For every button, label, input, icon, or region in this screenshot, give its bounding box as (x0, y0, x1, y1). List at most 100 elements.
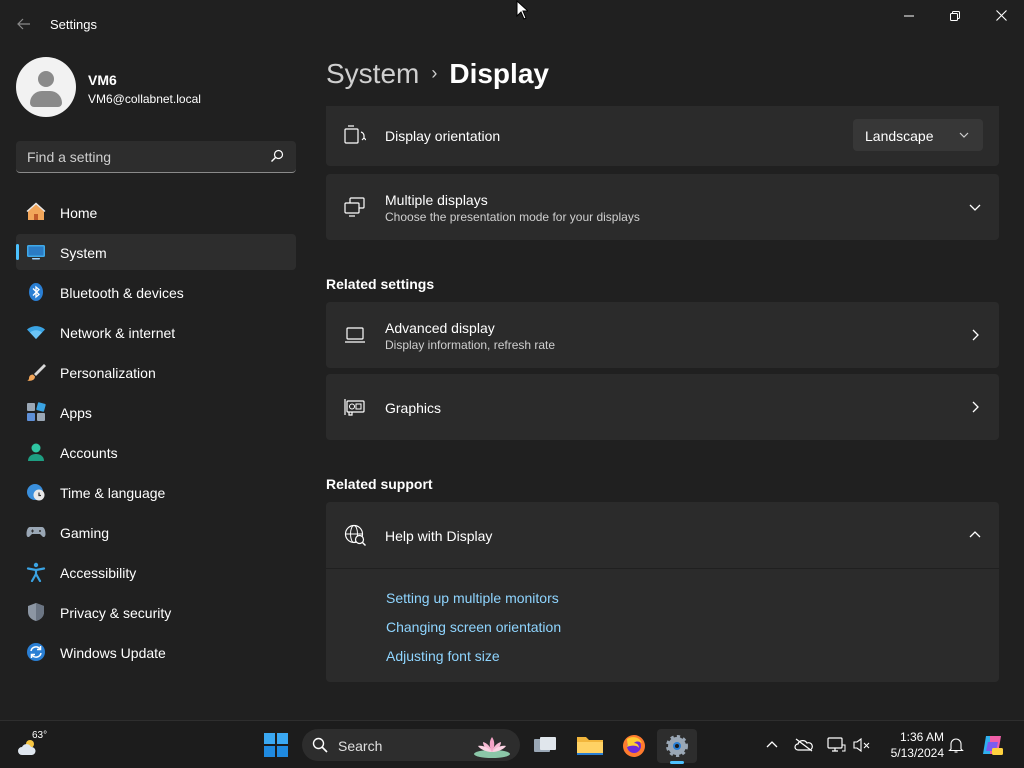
sidebar-item-windows-update[interactable]: Windows Update (16, 634, 296, 670)
page-title: Display (449, 58, 549, 89)
sidebar-item-time-language[interactable]: Time & language (16, 474, 296, 510)
orientation-icon (344, 125, 366, 144)
sidebar-item-apps[interactable]: Apps (16, 394, 296, 430)
breadcrumb-parent[interactable]: System (326, 58, 419, 89)
breadcrumb-separator: › (431, 63, 438, 83)
related-support-heading: Related support (326, 476, 433, 492)
settings-gear-icon (666, 735, 688, 757)
related-settings-heading: Related settings (326, 276, 435, 292)
firefox-icon (623, 735, 645, 757)
lotus-icon (474, 737, 510, 758)
help-link-multiple-monitors[interactable]: Setting up multiple monitors (386, 590, 559, 606)
taskbar-search-label: Search (338, 738, 383, 754)
taskbar-search[interactable]: Search (302, 729, 520, 761)
search-input[interactable]: Find a setting (16, 141, 296, 173)
close-button[interactable] (978, 4, 1024, 28)
sidebar-item-privacy[interactable]: Privacy & security (16, 594, 296, 630)
avatar (16, 57, 76, 117)
weather-widget[interactable]: 63° (18, 729, 52, 759)
cloud-offline-icon (794, 738, 813, 752)
chevron-right-icon (972, 329, 979, 341)
chevron-right-icon (972, 401, 979, 413)
chevron-down-icon (969, 204, 981, 211)
file-explorer-button[interactable] (570, 729, 610, 763)
multiple-displays-title: Multiple displays (385, 192, 488, 208)
chevron-up-icon (766, 741, 778, 748)
sidebar-item-label: Gaming (60, 525, 110, 541)
clock-time: 1:36 AM (899, 730, 944, 744)
display-orientation-title: Display orientation (385, 128, 501, 144)
sidebar-item-personalization[interactable]: Personalization (16, 354, 296, 390)
sidebar-item-label: Bluetooth & devices (60, 285, 184, 301)
task-view-icon (534, 737, 556, 752)
help-link-font-size[interactable]: Adjusting font size (386, 648, 500, 664)
sidebar-item-system[interactable]: System (16, 234, 296, 270)
wifi-icon (27, 326, 45, 339)
help-links-panel: Setting up multiple monitors Changing sc… (326, 569, 999, 682)
apps-icon (27, 402, 46, 421)
advanced-display-title: Advanced display (385, 320, 495, 336)
onedrive-tray-button[interactable] (794, 735, 814, 755)
windows-start-icon[interactable] (264, 733, 288, 757)
multiple-displays-icon (344, 197, 365, 217)
sidebar-item-accounts[interactable]: Accounts (16, 434, 296, 470)
sidebar-item-label: Privacy & security (60, 605, 172, 621)
sidebar-item-label: Home (60, 205, 98, 221)
user-profile[interactable]: VM6 VM6@collabnet.local (16, 57, 306, 117)
firefox-button[interactable] (614, 729, 654, 763)
update-icon (27, 643, 45, 661)
title-bar: Settings (0, 0, 1024, 48)
sidebar-item-label: Time & language (60, 485, 166, 501)
weather-temp: 63° (32, 730, 48, 741)
chevron-up-icon (969, 531, 981, 538)
back-arrow-icon[interactable] (12, 12, 36, 36)
sidebar-item-bluetooth[interactable]: Bluetooth & devices (16, 274, 296, 310)
graphics-card-icon (344, 399, 365, 416)
sidebar-item-label: Apps (60, 405, 92, 421)
active-indicator (16, 244, 19, 260)
orientation-dropdown[interactable]: Landscape (853, 119, 983, 151)
laptop-icon (345, 327, 365, 343)
advanced-display-card[interactable]: Advanced display Display information, re… (326, 302, 999, 368)
minimize-button[interactable] (886, 4, 932, 28)
copilot-icon[interactable] (980, 733, 1004, 757)
notifications-button[interactable] (946, 735, 966, 755)
folder-icon (577, 737, 603, 755)
user-email: VM6@collabnet.local (88, 92, 201, 106)
globe-help-icon (344, 524, 366, 546)
clock-date: 5/13/2024 (890, 746, 944, 760)
system-icon (27, 245, 45, 260)
sidebar-item-network[interactable]: Network & internet (16, 314, 296, 350)
graphics-card[interactable]: Graphics (326, 374, 999, 440)
globe-clock-icon (27, 484, 45, 501)
search-icon (271, 149, 284, 162)
taskbar-clock[interactable]: 1:36 AM 5/13/2024 (880, 729, 944, 761)
help-with-display-card[interactable]: Help with Display (326, 502, 999, 568)
taskbar: 63° Search 1:36 AM 5/13/2024 (0, 720, 1024, 768)
app-title: Settings (50, 17, 97, 32)
sidebar-item-label: Personalization (60, 365, 156, 381)
multiple-displays-card[interactable]: Multiple displays Choose the presentatio… (326, 174, 999, 240)
display-orientation-card: Display orientation Landscape (326, 106, 999, 166)
sidebar-item-accessibility[interactable]: Accessibility (16, 554, 296, 590)
task-view-button[interactable] (526, 729, 566, 763)
settings-taskbar-button[interactable] (657, 729, 697, 764)
volume-tray-button[interactable] (852, 735, 872, 755)
accessibility-icon (26, 562, 46, 582)
sidebar-nav: Home System Bluetooth & devices Network … (16, 194, 296, 674)
advanced-display-subtitle: Display information, refresh rate (385, 338, 556, 352)
network-tray-button[interactable] (826, 735, 846, 755)
sidebar-item-label: System (60, 245, 107, 261)
help-with-display-title: Help with Display (385, 528, 493, 544)
bluetooth-icon (29, 283, 43, 301)
sidebar-item-gaming[interactable]: Gaming (16, 514, 296, 550)
show-hidden-icons-button[interactable] (762, 735, 782, 755)
gamepad-icon (26, 527, 46, 538)
help-link-screen-orientation[interactable]: Changing screen orientation (386, 619, 561, 635)
chevron-down-icon (959, 132, 969, 138)
restore-button[interactable] (932, 4, 978, 28)
sidebar-item-home[interactable]: Home (16, 194, 296, 230)
bell-icon (948, 738, 964, 753)
home-icon (26, 202, 46, 220)
sidebar-item-label: Accessibility (60, 565, 137, 581)
